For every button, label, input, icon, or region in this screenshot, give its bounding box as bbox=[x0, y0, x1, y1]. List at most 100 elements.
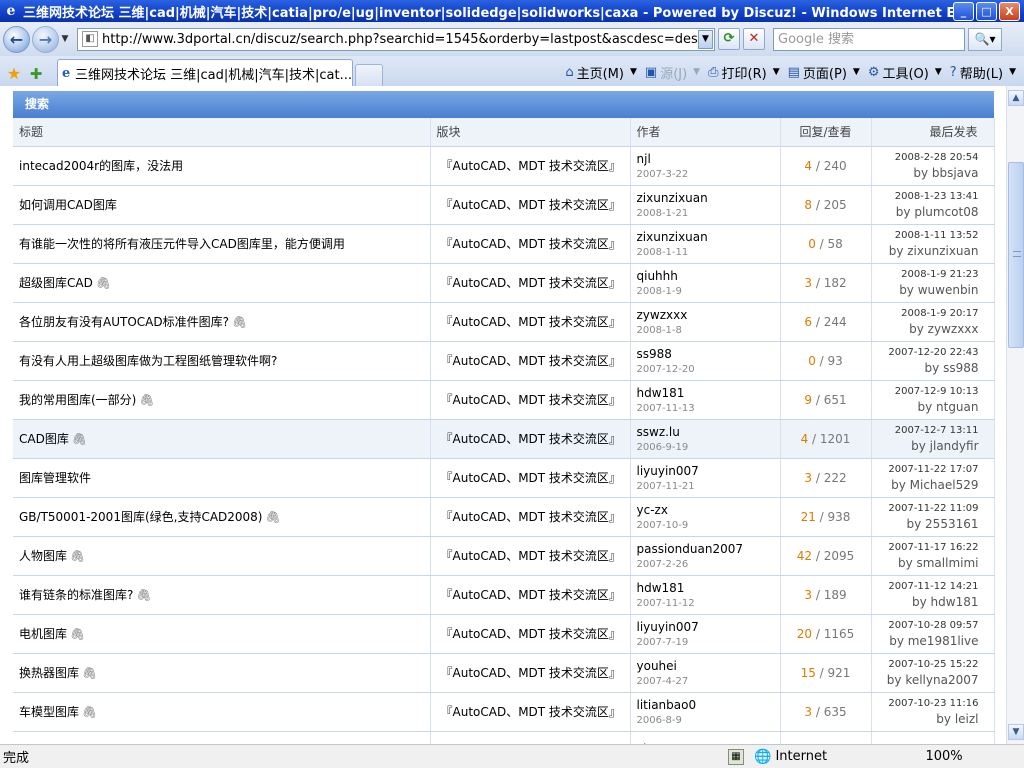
refresh-button[interactable]: ⟳ bbox=[718, 28, 740, 50]
table-row[interactable]: 有没有人用上超级图库做为工程图纸管理软件啊? 『AutoCAD、MDT 技术交流区… bbox=[13, 341, 995, 381]
table-row[interactable]: 人物图库 🖇 『AutoCAD、MDT 技术交流区』 passionduan2007 2… bbox=[13, 536, 995, 576]
last-poster-link[interactable]: by zixunzixuan bbox=[872, 244, 979, 258]
forum-link[interactable]: 『AutoCAD、MDT 技术交流区』 bbox=[441, 237, 621, 251]
close-button[interactable]: X bbox=[999, 1, 1020, 21]
forum-link[interactable]: 『AutoCAD、MDT 技术交流区』 bbox=[441, 471, 621, 485]
address-dropdown-button[interactable]: ▼ bbox=[698, 29, 713, 49]
tab-active[interactable]: e 三维网技术论坛 三维|cad|机械|汽车|技术|cat... bbox=[57, 59, 353, 86]
author-link[interactable]: qiuhhh bbox=[637, 269, 780, 283]
search-button[interactable]: 🔍▾ bbox=[968, 27, 1002, 51]
forum-link[interactable]: 『AutoCAD、MDT 技术交流区』 bbox=[441, 588, 621, 602]
thread-title-link[interactable]: 我的常用图库(一部分) bbox=[19, 393, 136, 407]
vertical-scrollbar[interactable]: ▲ ▼ bbox=[1006, 86, 1024, 744]
table-row[interactable]: GB/T50001-2001图库(绿色,支持CAD2008) 🖇 『AutoCAD、… bbox=[13, 497, 995, 537]
author-link[interactable]: yc-zx bbox=[637, 503, 780, 517]
author-link[interactable]: zixunzixuan bbox=[637, 191, 780, 205]
forum-link[interactable]: 『AutoCAD、MDT 技术交流区』 bbox=[441, 276, 621, 290]
last-post-time[interactable]: 2008-1-23 13:41 bbox=[872, 191, 979, 202]
security-zone[interactable]: Internet bbox=[775, 749, 915, 764]
forum-link[interactable]: 『AutoCAD、MDT 技术交流区』 bbox=[441, 666, 621, 680]
last-poster-link[interactable]: by Michael529 bbox=[872, 478, 978, 492]
last-post-time[interactable]: 2008-1-9 20:17 bbox=[872, 308, 978, 319]
last-post-time[interactable]: 2007-11-12 14:21 bbox=[872, 581, 978, 592]
last-poster-link[interactable]: by 2553161 bbox=[872, 517, 979, 531]
page-menu-button[interactable]: ▤ 页面(P) ▼ bbox=[788, 63, 860, 82]
last-post-time[interactable]: 2007-11-17 16:22 bbox=[872, 542, 978, 553]
thread-title-link[interactable]: 电机图库 bbox=[19, 627, 67, 641]
table-row[interactable]: intecad2004r的图库，没法用 『AutoCAD、MDT 技术交流区』 nj… bbox=[13, 146, 995, 186]
print-button[interactable]: ⎙ 打印(R) ▼ bbox=[708, 63, 780, 82]
last-post-time[interactable]: 2007-11-22 17:07 bbox=[872, 464, 978, 475]
thread-title-link[interactable]: 图库管理软件 bbox=[19, 471, 91, 485]
forum-link[interactable]: 『AutoCAD、MDT 技术交流区』 bbox=[441, 549, 621, 563]
table-row[interactable]: 🖇 chamous 2007-10-12 11:31 bbox=[13, 731, 995, 744]
last-poster-link[interactable]: by bbsjava bbox=[872, 166, 978, 180]
last-poster-link[interactable]: by wuwenbin bbox=[872, 283, 978, 297]
maximize-button[interactable]: □ bbox=[976, 1, 997, 21]
back-button[interactable]: ← bbox=[3, 25, 30, 53]
chevron-down-icon[interactable]: ▼ bbox=[693, 67, 700, 77]
last-poster-link[interactable]: by ss988 bbox=[872, 361, 979, 375]
last-post-time[interactable]: 2007-10-28 09:57 bbox=[872, 620, 978, 631]
author-link[interactable]: youhei bbox=[637, 659, 780, 673]
author-link[interactable]: sswz.lu bbox=[637, 425, 780, 439]
help-menu-button[interactable]: ? 帮助(L) ▼ bbox=[950, 63, 1016, 82]
last-post-time[interactable]: 2007-11-22 11:09 bbox=[872, 503, 978, 514]
thread-title-link[interactable]: 超级图库CAD bbox=[19, 276, 93, 290]
forum-link[interactable]: 『AutoCAD、MDT 技术交流区』 bbox=[441, 705, 621, 719]
last-poster-link[interactable]: by plumcot08 bbox=[872, 205, 979, 219]
last-post-time[interactable]: 2007-12-20 22:43 bbox=[872, 347, 978, 358]
thread-title-link[interactable]: 各位朋友有没有AUTOCAD标准件图库? bbox=[19, 315, 229, 329]
thread-title-link[interactable]: 有谁能一次性的将所有液压元件导入CAD图库里，能方便调用 bbox=[19, 237, 345, 251]
window-titlebar[interactable]: e 三维网技术论坛 三维|cad|机械|汽车|技术|catia|pro/e|ug… bbox=[0, 0, 1024, 22]
thread-title-link[interactable]: 谁有链条的标准图库? bbox=[19, 588, 133, 602]
table-row[interactable]: 换热器图库 🖇 『AutoCAD、MDT 技术交流区』 youhei 2007-4-27… bbox=[13, 653, 995, 693]
last-poster-link[interactable]: by zywzxxx bbox=[872, 322, 978, 336]
table-row[interactable]: 超级图库CAD 🖇 『AutoCAD、MDT 技术交流区』 qiuhhh 2008-1-… bbox=[13, 263, 995, 303]
author-link[interactable]: zixunzixuan bbox=[637, 230, 780, 244]
author-link[interactable]: ss988 bbox=[637, 347, 780, 361]
last-poster-link[interactable]: by kellyna2007 bbox=[872, 673, 979, 687]
last-post-time[interactable]: 2007-10-23 11:16 bbox=[872, 698, 978, 709]
author-link[interactable]: passionduan2007 bbox=[637, 542, 780, 556]
last-poster-link[interactable]: by smallmimi bbox=[872, 556, 979, 570]
author-link[interactable]: njl bbox=[637, 152, 780, 166]
chevron-down-icon[interactable]: ▼ bbox=[630, 67, 637, 77]
last-poster-link[interactable]: by ntguan bbox=[872, 400, 978, 414]
forum-link[interactable]: 『AutoCAD、MDT 技术交流区』 bbox=[441, 315, 621, 329]
chevron-down-icon[interactable]: ▼ bbox=[853, 67, 860, 77]
tools-menu-button[interactable]: ⚙ 工具(O) ▼ bbox=[868, 63, 942, 82]
chevron-down-icon[interactable]: ▼ bbox=[935, 67, 942, 77]
forum-link[interactable]: 『AutoCAD、MDT 技术交流区』 bbox=[441, 159, 621, 173]
last-post-time[interactable]: 2007-12-7 13:11 bbox=[872, 425, 979, 436]
forum-link[interactable]: 『AutoCAD、MDT 技术交流区』 bbox=[441, 354, 621, 368]
thread-title-link[interactable]: 车模型图库 bbox=[19, 705, 79, 719]
chevron-down-icon[interactable]: ▼ bbox=[773, 67, 780, 77]
last-poster-link[interactable]: by jlandyfir bbox=[872, 439, 978, 453]
zoom-level[interactable]: 100% bbox=[925, 749, 962, 764]
author-link[interactable]: hdw181 bbox=[637, 581, 780, 595]
table-row[interactable]: 谁有链条的标准图库? 🖇 『AutoCAD、MDT 技术交流区』 hdw181 2007… bbox=[13, 575, 995, 615]
table-row[interactable]: CAD图库 🖇 『AutoCAD、MDT 技术交流区』 sswz.lu 2006-9-1… bbox=[13, 419, 995, 459]
scroll-down-button[interactable]: ▼ bbox=[1008, 724, 1024, 740]
scroll-thumb[interactable] bbox=[1008, 162, 1024, 348]
thread-title-link[interactable]: 有没有人用上超级图库做为工程图纸管理软件啊? bbox=[19, 354, 277, 368]
add-favorites-icon[interactable]: ✚ bbox=[25, 62, 47, 86]
thread-title-link[interactable]: GB/T50001-2001图库(绿色,支持CAD2008) bbox=[19, 510, 263, 524]
stop-button[interactable]: ✕ bbox=[743, 28, 765, 50]
protected-mode-icon[interactable]: ▦ bbox=[728, 748, 744, 765]
table-row[interactable]: 我的常用图库(一部分) 🖇 『AutoCAD、MDT 技术交流区』 hdw181 200… bbox=[13, 380, 995, 420]
history-dropdown-icon[interactable]: ▼ bbox=[59, 34, 71, 44]
feeds-button[interactable]: ▣ 源(J) ▼ bbox=[645, 63, 700, 82]
minimize-button[interactable]: _ bbox=[953, 1, 974, 21]
thread-title-link[interactable]: 如何调用CAD图库 bbox=[19, 198, 117, 212]
last-post-time[interactable]: 2007-12-9 10:13 bbox=[872, 386, 979, 397]
thread-title-link[interactable]: CAD图库 bbox=[19, 432, 69, 446]
new-tab-button[interactable] bbox=[355, 64, 383, 86]
chevron-down-icon[interactable]: ▼ bbox=[1009, 67, 1016, 77]
table-row[interactable]: 有谁能一次性的将所有液压元件导入CAD图库里，能方便调用 『AutoCAD、MDT… bbox=[13, 224, 995, 264]
author-link[interactable]: litianbao0 bbox=[637, 698, 780, 712]
thread-title-link[interactable]: 换热器图库 bbox=[19, 666, 79, 680]
address-input[interactable]: http://www.3dportal.cn/discuz/search.php… bbox=[102, 32, 698, 47]
home-button[interactable]: ⌂ 主页(M) ▼ bbox=[565, 63, 637, 82]
